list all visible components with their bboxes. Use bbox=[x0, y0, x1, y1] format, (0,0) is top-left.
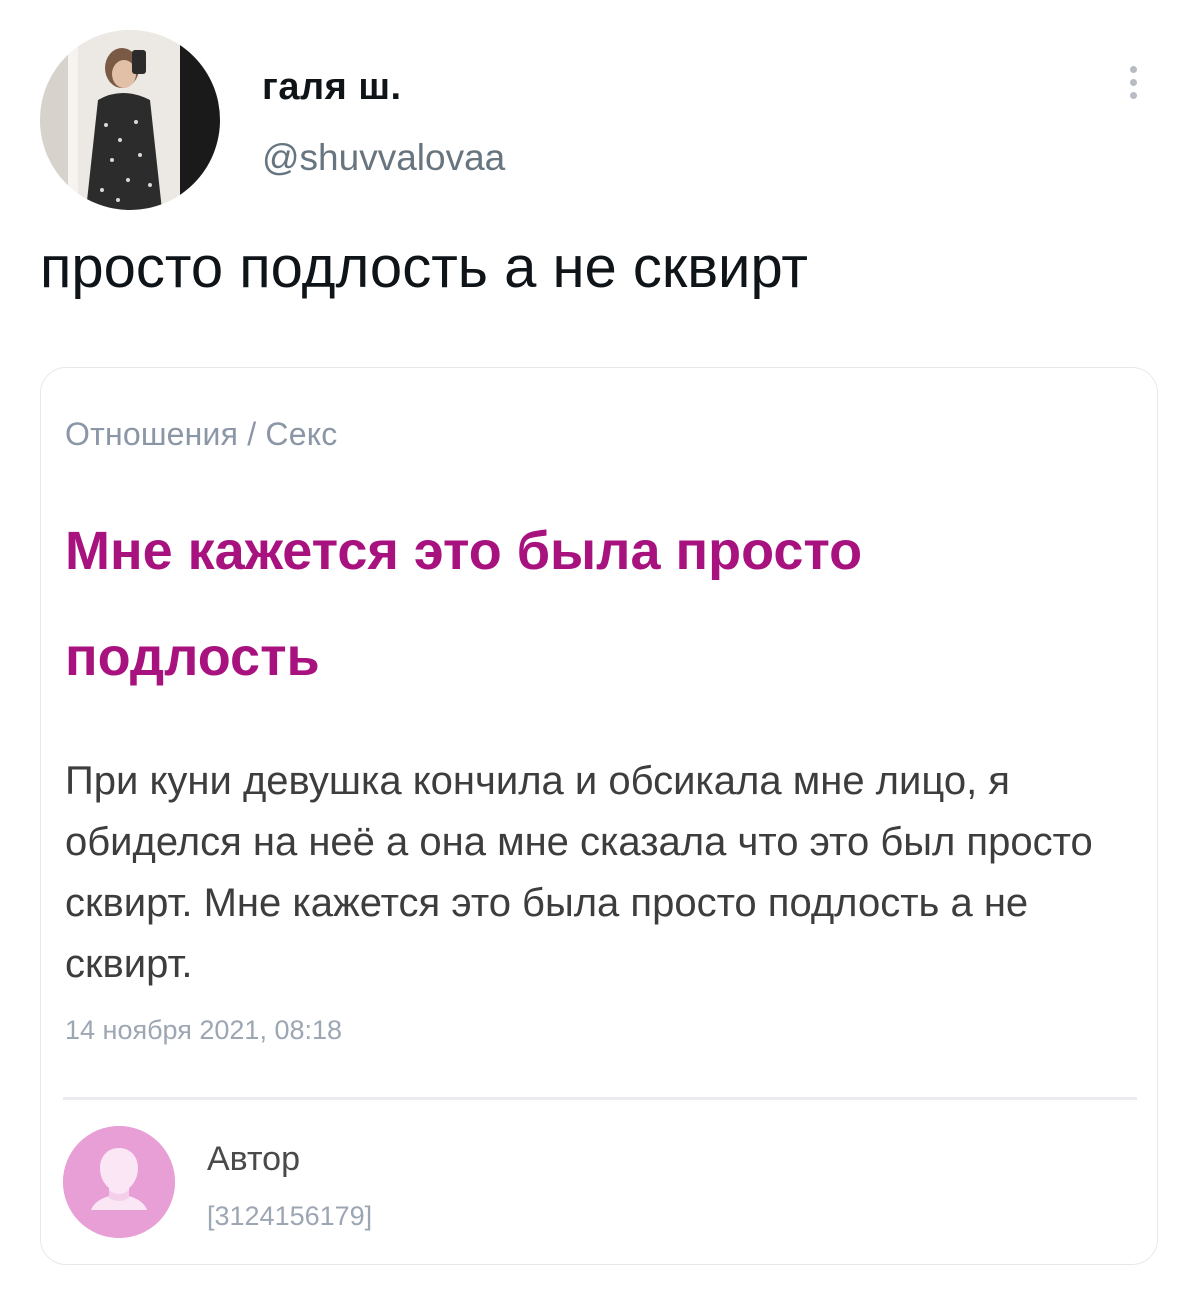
vertical-ellipsis-icon-dot bbox=[1129, 79, 1137, 86]
divider bbox=[63, 1097, 1137, 1100]
author-id: [3124156179] bbox=[207, 1201, 373, 1231]
article-date: 14 ноября 2021, 08:18 bbox=[65, 1015, 343, 1045]
user-handle[interactable]: @shuvvalovaa bbox=[262, 137, 505, 179]
user-avatar[interactable] bbox=[40, 30, 220, 210]
more-options-button[interactable] bbox=[1118, 60, 1148, 112]
display-name[interactable]: галя ш. bbox=[262, 66, 402, 109]
article-body: При куни девушка кончила и обсикала мне … bbox=[65, 759, 1093, 986]
author-label: Автор bbox=[207, 1140, 301, 1178]
article-title: Мне кажется это была просто подлость bbox=[65, 521, 863, 687]
vertical-ellipsis-icon-dot bbox=[1129, 92, 1137, 99]
article-card[interactable]: Отношения / Секс Мне кажется это была пр… bbox=[40, 367, 1158, 1265]
author-avatar bbox=[63, 1126, 175, 1238]
breadcrumb[interactable]: Отношения / Секс bbox=[65, 416, 338, 453]
vertical-ellipsis-icon bbox=[1129, 66, 1137, 73]
tweet-text: просто подлость а не сквирт bbox=[40, 235, 808, 300]
user-photo-icon bbox=[40, 30, 220, 210]
anonymous-user-icon bbox=[63, 1126, 175, 1238]
